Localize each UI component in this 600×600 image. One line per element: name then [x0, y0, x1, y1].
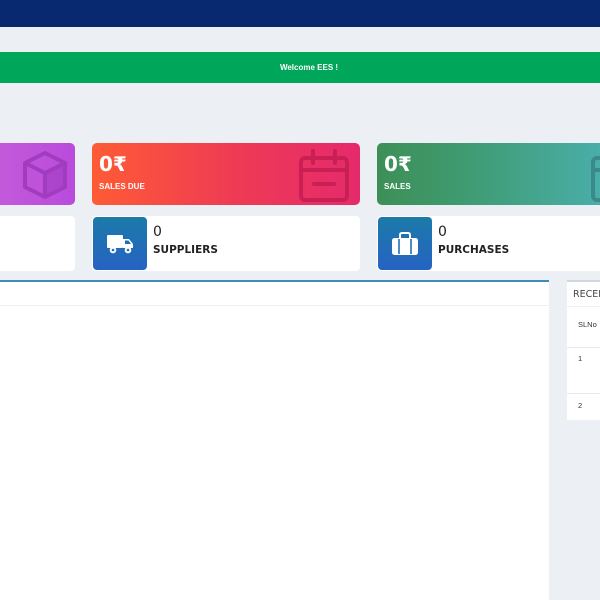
truck-icon-box [93, 217, 147, 270]
main-chart-panel [0, 280, 549, 600]
welcome-text: Welcome EES ! [279, 63, 339, 72]
suppliers-count: 0 [153, 224, 162, 240]
sales-amount: 0₹ [384, 152, 412, 176]
table-row-slno: 2 [578, 401, 583, 410]
briefcase-icon [392, 231, 418, 255]
info-box-customers[interactable] [0, 216, 75, 271]
purchases-count: 0 [438, 224, 447, 240]
info-box-suppliers[interactable]: 0 SUPPLIERS [92, 216, 360, 271]
truck-icon [107, 234, 133, 253]
table-row-divider [567, 393, 600, 394]
recent-items-panel: RECENTLY ADDED ITEMS SLNo 1 2 [567, 280, 600, 420]
calendar-icon [591, 156, 600, 202]
info-box-purchases[interactable]: 0 PURCHASES [377, 216, 600, 271]
card-sales-due[interactable]: 0₹ SALES DUE [92, 143, 360, 205]
top-navbar [0, 0, 600, 27]
table-row-divider [567, 347, 600, 348]
sales-label: SALES [384, 182, 411, 191]
table-row-slno: 1 [578, 354, 583, 363]
calendar-icon [299, 149, 349, 202]
table-header-slno: SLNo [578, 320, 597, 329]
panel-divider [567, 306, 600, 307]
recent-items-title: RECENTLY ADDED ITEMS [573, 289, 600, 300]
sales-due-label: SALES DUE [99, 182, 145, 191]
main-panel-header [0, 282, 549, 306]
purchases-label: PURCHASES [438, 244, 510, 256]
card-purchase-due[interactable] [0, 143, 75, 205]
cube-icon [23, 151, 67, 199]
briefcase-icon-box [378, 217, 432, 270]
sales-due-amount: 0₹ [99, 152, 127, 176]
welcome-banner: Welcome EES ! [0, 52, 600, 83]
card-sales[interactable]: 0₹ SALES [377, 143, 600, 205]
suppliers-label: SUPPLIERS [153, 244, 218, 256]
